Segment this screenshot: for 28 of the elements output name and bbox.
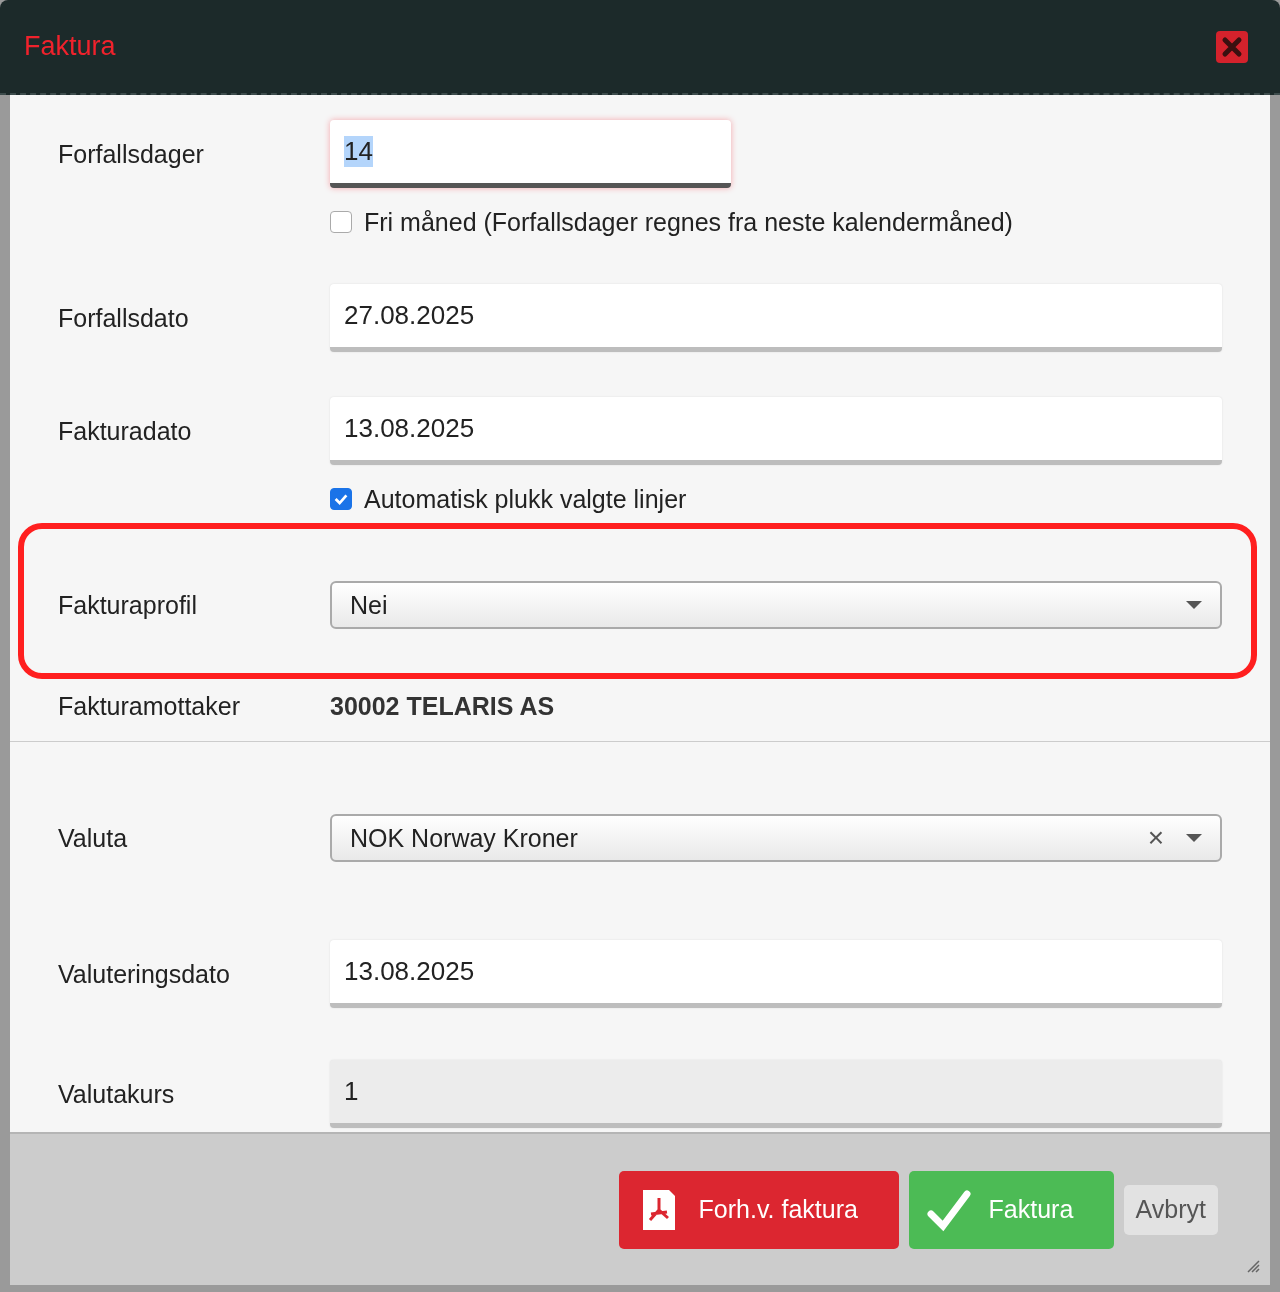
checkmark-icon [926, 1187, 971, 1232]
checkbox[interactable] [330, 488, 352, 510]
dropdown-field[interactable]: Nei [330, 581, 1222, 629]
input-field[interactable]: 13.08.2025 [330, 940, 1222, 1008]
input-field[interactable]: 27.08.2025 [330, 284, 1222, 352]
field-label: Valutakurs [58, 1079, 176, 1109]
input-field[interactable]: 14 [330, 120, 731, 188]
dropdown-arrow-icon [1186, 600, 1202, 610]
close-icon[interactable] [1216, 30, 1248, 63]
recipient-text: 30002 TELARIS AS [330, 691, 555, 721]
dropdown-field[interactable]: NOK Norway Kroner × [330, 814, 1222, 862]
pdf-icon [640, 1187, 677, 1232]
field-label: Fakturaprofil [58, 590, 198, 620]
field-label: Fakturamottaker [58, 691, 241, 721]
preview-invoice-button[interactable]: Forh.v. faktura [618, 1170, 899, 1249]
checkbox-label: Fri måned (Forfallsdager regnes fra neste kalendermåned) [364, 207, 1013, 237]
field-label: Fakturadato [58, 416, 193, 446]
cancel-button[interactable]: Avbryt [1123, 1184, 1218, 1235]
field-label: Valuta [58, 823, 129, 853]
resize-grip-icon[interactable] [1246, 1259, 1260, 1273]
field-label: Forfallsdager [58, 139, 205, 169]
input-field[interactable]: 13.08.2025 [330, 397, 1222, 465]
dropdown-arrow-icon [1186, 833, 1202, 843]
checkbox[interactable] [330, 211, 352, 233]
field-label: Forfallsdato [58, 303, 190, 333]
window-title: Faktura [24, 31, 116, 62]
field-label: Valuteringsdato [58, 959, 231, 989]
checkbox-label: Automatisk plukk valgte linjer [364, 484, 687, 514]
